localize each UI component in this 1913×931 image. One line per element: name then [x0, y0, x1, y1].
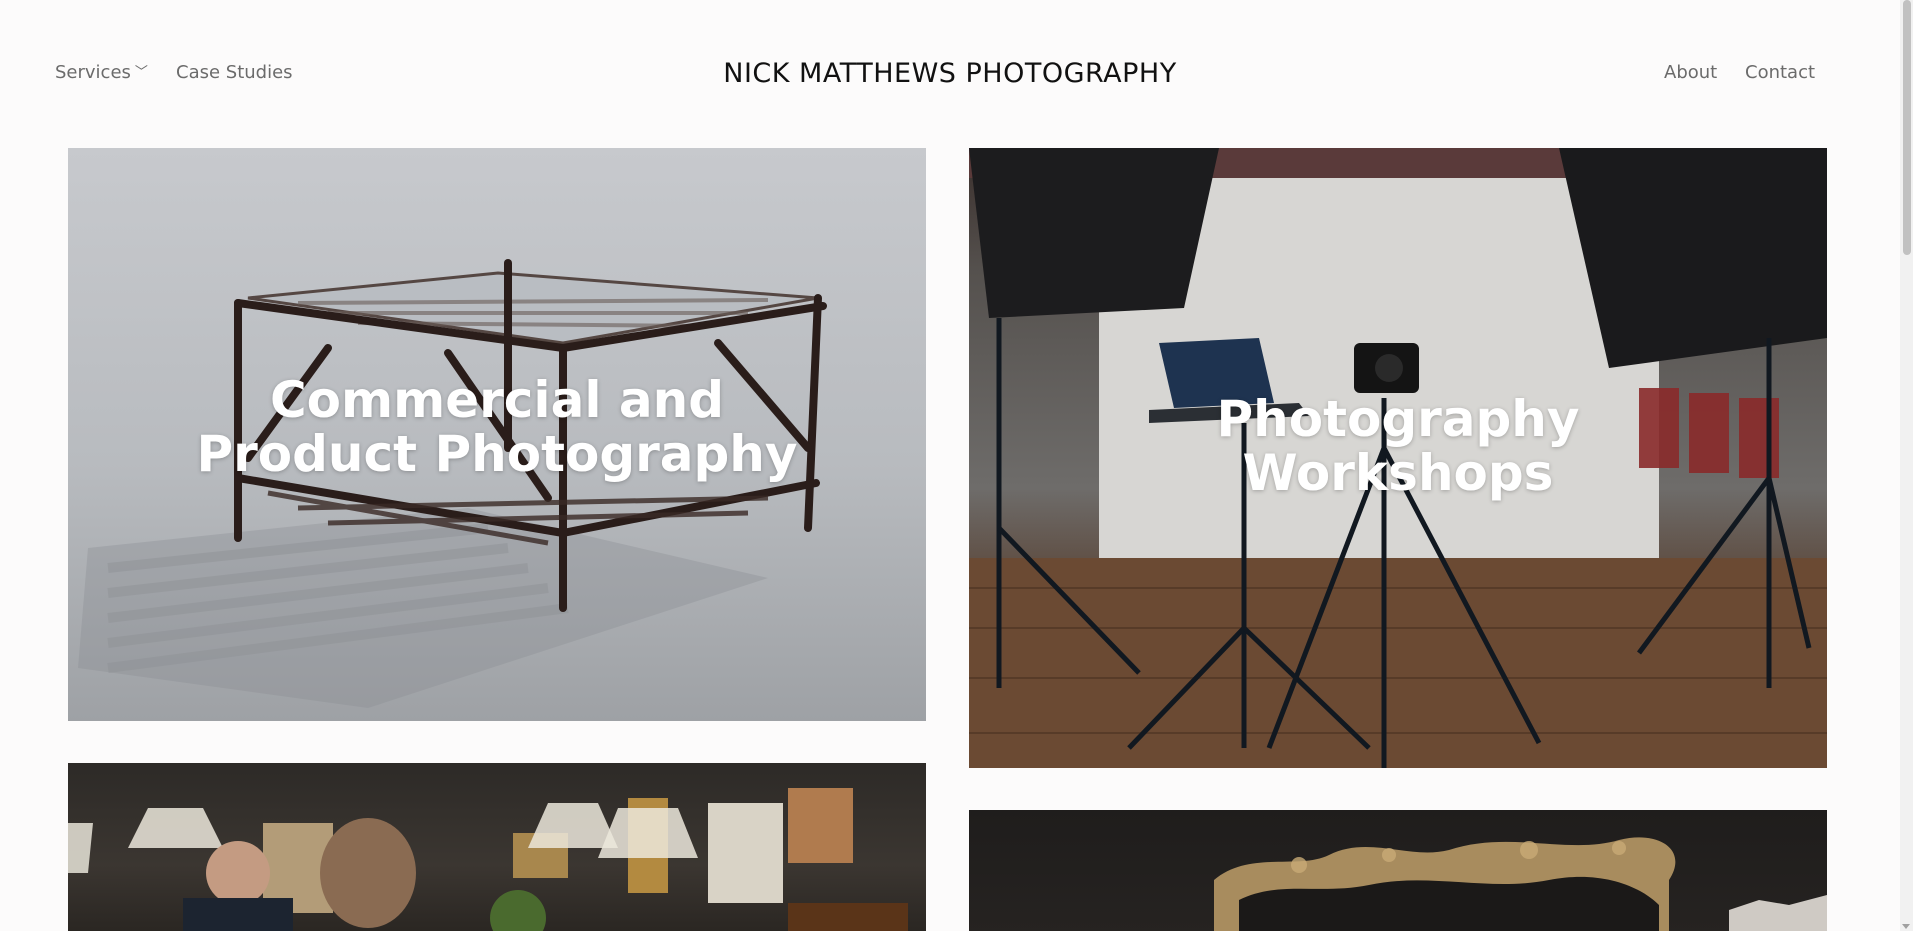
- page: Services ﹀ Case Studies NICK MATTHEWS PHO…: [0, 0, 1913, 931]
- tile-gilded-frame[interactable]: [969, 810, 1827, 931]
- scroll-down-arrow-icon[interactable]: [1902, 924, 1910, 929]
- tile-commercial-product[interactable]: Commercial and Product Photography: [68, 148, 926, 721]
- tile-workshops-caption: Photography Workshops: [1216, 390, 1580, 502]
- site-title[interactable]: NICK MATTHEWS PHOTOGRAPHY: [0, 58, 1900, 89]
- scrollbar-thumb[interactable]: [1903, 0, 1911, 255]
- antiques-portrait-image: [68, 788, 908, 931]
- tile-portrait-antiques[interactable]: [68, 763, 926, 931]
- gilded-frame-image: [1214, 837, 1827, 931]
- tile-photography-workshops[interactable]: Photography Workshops: [969, 148, 1827, 768]
- page-scrollbar[interactable]: [1900, 0, 1913, 931]
- site-header: Services ﹀ Case Studies NICK MATTHEWS PHO…: [0, 0, 1900, 148]
- nav-contact[interactable]: Contact: [1745, 60, 1815, 86]
- nav-about[interactable]: About: [1664, 60, 1717, 86]
- tile-commercial-caption: Commercial and Product Photography: [196, 370, 798, 483]
